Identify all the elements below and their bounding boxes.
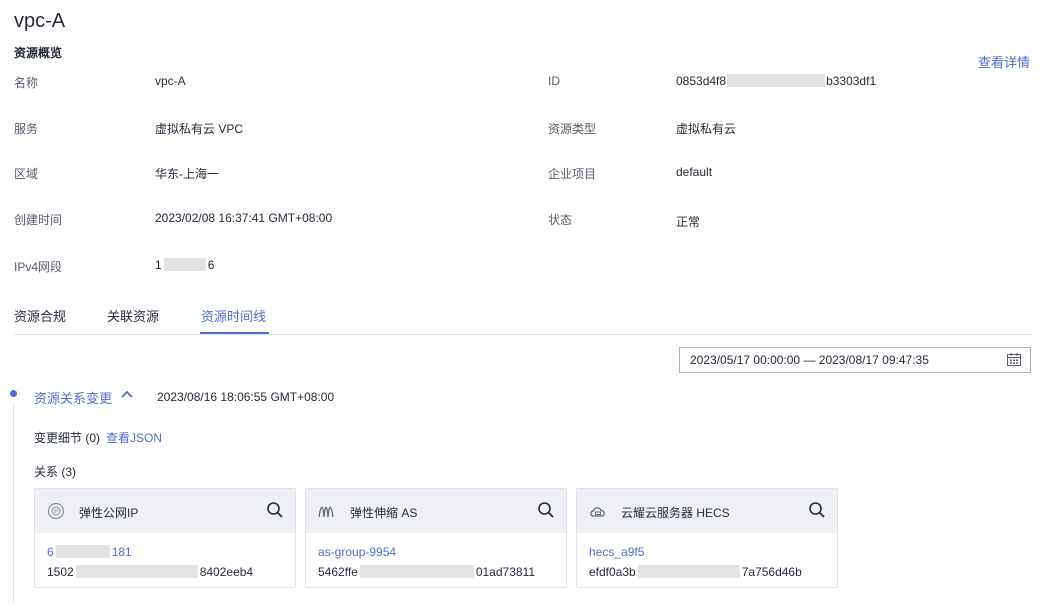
resource-type-value: 虚拟私有云	[676, 122, 737, 136]
resource-id-prefix: 1502	[47, 565, 74, 579]
resource-id-prefix: 5462ffe	[318, 565, 358, 579]
resource-name-suffix: 181	[111, 545, 132, 559]
card-title: 弹性伸缩 AS	[350, 506, 418, 520]
card-title: 弹性公网IP	[79, 506, 139, 520]
card-header: IP 弹性公网IP	[35, 489, 295, 533]
relation-card-as: 弹性伸缩 AS as-group-9954 5462ffe 01ad73811	[305, 488, 567, 588]
card-header: 云耀云服务器 HECS	[577, 489, 837, 533]
search-icon[interactable]	[537, 501, 555, 519]
name-label: 名称	[14, 76, 39, 90]
search-icon[interactable]	[266, 501, 284, 519]
resource-id-suffix: 01ad73811	[475, 565, 536, 579]
tab-timeline[interactable]: 资源时间线	[201, 306, 266, 325]
name-value: vpc-A	[155, 74, 186, 88]
status-label: 状态	[548, 213, 573, 227]
tab-bar: 资源合规 关联资源 资源时间线	[14, 306, 1033, 335]
event-title[interactable]: 资源关系变更	[34, 388, 112, 407]
status-value: 正常	[676, 215, 701, 229]
page-title: vpc-A	[14, 10, 66, 32]
tab-related-resources[interactable]: 关联资源	[107, 306, 159, 325]
resource-id: 1502 8402eeb4	[47, 565, 253, 579]
resource-id: efdf0a3b 7a756d46b	[589, 565, 802, 579]
card-header: 弹性伸缩 AS	[306, 489, 566, 533]
timeline-line	[13, 402, 14, 602]
ipv4-cidr-suffix: 6	[207, 258, 215, 272]
id-label: ID	[548, 74, 560, 88]
redaction-mask	[163, 258, 206, 271]
resource-name-prefix: 6	[47, 545, 54, 559]
ipv4-cidr-value: 16	[155, 258, 214, 272]
cloud-server-icon	[590, 507, 605, 517]
search-icon[interactable]	[808, 501, 826, 519]
resource-id-prefix: efdf0a3b	[589, 565, 636, 579]
event-time: 2023/08/16 18:06:55 GMT+08:00	[157, 390, 335, 404]
date-range-picker[interactable]: 2023/05/17 00:00:00 — 2023/08/17 09:47:3…	[679, 347, 1031, 373]
redaction-mask	[637, 565, 740, 578]
ipv4-cidr-prefix: 1	[155, 258, 162, 272]
resource-name-link[interactable]: hecs_a9f5	[589, 545, 644, 559]
card-title: 云耀云服务器 HECS	[621, 506, 730, 520]
relation-card-hecs: 云耀云服务器 HECS hecs_a9f5 efdf0a3b 7a756d46b	[576, 488, 838, 588]
service-value: 虚拟私有云 VPC	[155, 122, 244, 136]
enterprise-project-label: 企业项目	[548, 167, 597, 181]
id-prefix: 0853d4f8	[676, 74, 727, 88]
active-tab-indicator	[200, 332, 269, 334]
id-value: 0853d4f8 b3303df1	[676, 74, 876, 88]
id-suffix: b3303df1	[826, 74, 877, 88]
redaction-mask	[75, 565, 198, 578]
resource-type-label: 资源类型	[548, 122, 597, 136]
date-range-value: 2023/05/17 00:00:00 — 2023/08/17 09:47:3…	[690, 353, 929, 367]
relations-label: 关系 (3)	[34, 465, 77, 479]
change-details-label: 变更细节 (0)	[34, 431, 101, 445]
auto-scaling-icon	[318, 506, 334, 518]
created-time-label: 创建时间	[14, 213, 63, 227]
view-details-link[interactable]: 查看详情	[978, 52, 1030, 71]
created-time-value: 2023/02/08 16:37:41 GMT+08:00	[155, 211, 333, 225]
resource-id-suffix: 7a756d46b	[741, 565, 802, 579]
overview-heading: 资源概览	[14, 46, 63, 60]
service-label: 服务	[14, 122, 39, 136]
tab-compliance[interactable]: 资源合规	[14, 306, 66, 325]
resource-name-link[interactable]: as-group-9954	[318, 545, 396, 559]
enterprise-project-value: default	[676, 165, 713, 179]
view-json-link[interactable]: 查看JSON	[106, 429, 162, 446]
chevron-up-icon[interactable]	[120, 388, 134, 400]
svg-text:IP: IP	[54, 509, 59, 515]
eip-icon: IP	[47, 502, 65, 520]
resource-id: 5462ffe 01ad73811	[318, 565, 535, 579]
ipv4-cidr-label: IPv4网段	[14, 260, 63, 274]
relation-card-eip: IP 弹性公网IP 6 181 1502 8402eeb4	[34, 488, 296, 588]
redaction-mask	[55, 545, 110, 558]
redaction-mask	[359, 565, 474, 578]
redaction-mask	[727, 74, 826, 87]
region-label: 区域	[14, 167, 39, 181]
timeline-dot	[10, 390, 17, 397]
resource-name-link[interactable]: 6 181	[47, 545, 132, 559]
calendar-icon	[1007, 353, 1021, 366]
resource-id-suffix: 8402eeb4	[199, 565, 254, 579]
region-value: 华东-上海一	[155, 167, 219, 181]
